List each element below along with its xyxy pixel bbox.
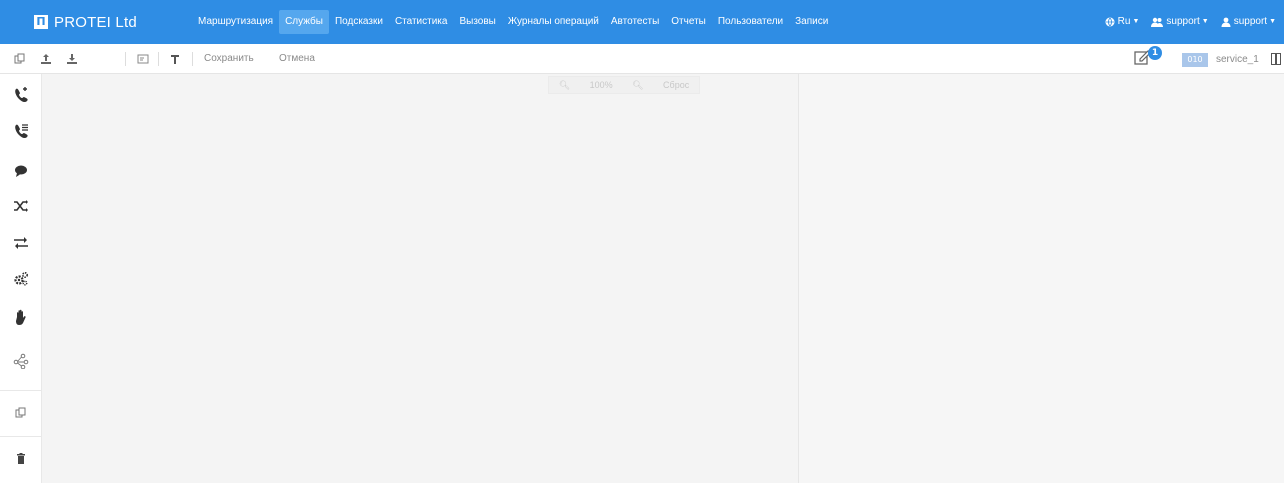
- brand[interactable]: Π PROTEI Ltd: [34, 11, 137, 33]
- panel-toggle-icon[interactable]: [1271, 53, 1281, 65]
- hand-stop-icon[interactable]: [0, 300, 42, 334]
- gears-icon[interactable]: [0, 262, 42, 296]
- users-icon: [1151, 17, 1164, 27]
- nav-item-hints[interactable]: Подсказки: [329, 10, 389, 34]
- nav-item-reports[interactable]: Отчеты: [665, 10, 712, 34]
- user-label: support: [1233, 16, 1268, 27]
- element-palette: [0, 74, 42, 483]
- shuffle-icon[interactable]: [0, 189, 42, 223]
- sidebar-divider: [0, 390, 42, 391]
- toolbar-divider: [158, 52, 159, 66]
- diagram-canvas[interactable]: [42, 74, 798, 483]
- toolbar-divider: [125, 52, 126, 66]
- nav-item-calls[interactable]: Вызовы: [453, 10, 501, 34]
- select-icon[interactable]: [135, 51, 151, 67]
- speech-bubble-icon[interactable]: [0, 154, 42, 188]
- upload-icon[interactable]: [38, 51, 54, 67]
- globe-icon: [1105, 17, 1115, 27]
- service-name[interactable]: service_1: [1216, 53, 1259, 67]
- zoom-out-icon[interactable]: 🔍︎: [632, 80, 643, 91]
- nav-item-services[interactable]: Службы: [279, 10, 329, 34]
- download-icon[interactable]: [64, 51, 80, 67]
- flow-graph-icon[interactable]: [0, 344, 42, 378]
- toolbar-divider: [192, 52, 193, 66]
- user-icon: [1221, 17, 1231, 27]
- caret-down-icon: ▼: [1132, 18, 1140, 25]
- nav-right: Ru ▼ support ▼ support ▼: [1099, 10, 1282, 34]
- zoom-in-icon[interactable]: 🔍︎: [559, 80, 570, 91]
- user-group-dropdown[interactable]: support ▼: [1145, 10, 1214, 34]
- text-icon[interactable]: [167, 51, 183, 67]
- call-list-icon[interactable]: [0, 114, 42, 148]
- nav-item-records[interactable]: Записи: [789, 10, 834, 34]
- zoom-reset-button[interactable]: Сброс: [663, 80, 689, 90]
- copy-icon[interactable]: [0, 396, 42, 430]
- caret-down-icon: ▼: [1201, 18, 1209, 25]
- user-group-label: support: [1166, 16, 1200, 27]
- zoom-controls: 🔍︎ 100% 🔍︎ Сброс: [548, 76, 700, 94]
- sidebar-divider: [0, 436, 42, 437]
- language-label: Ru: [1117, 16, 1131, 27]
- top-navbar: Π PROTEI Ltd Маршрутизация Службы Подска…: [0, 0, 1284, 44]
- language-dropdown[interactable]: Ru ▼: [1099, 10, 1146, 34]
- caret-down-icon: ▼: [1269, 18, 1276, 25]
- user-dropdown[interactable]: support ▼: [1215, 10, 1282, 34]
- nav-item-routing[interactable]: Маршрутизация: [192, 10, 279, 34]
- main-nav: Маршрутизация Службы Подсказки Статистик…: [192, 10, 834, 34]
- service-tag: 010: [1182, 53, 1208, 67]
- properties-panel: [798, 74, 1284, 483]
- notification-badge: 1: [1148, 46, 1162, 60]
- cancel-button[interactable]: Отмена: [279, 52, 315, 66]
- brand-name: PROTEI Ltd: [54, 13, 137, 31]
- nav-item-users[interactable]: Пользователи: [712, 10, 789, 34]
- transfer-icon[interactable]: [0, 226, 42, 260]
- protei-logo-icon: Π: [34, 15, 48, 29]
- toolbar: Сохранить Отмена: [0, 44, 1284, 74]
- copy-icon[interactable]: [12, 51, 28, 67]
- nav-item-autotests[interactable]: Автотесты: [605, 10, 665, 34]
- nav-item-statistics[interactable]: Статистика: [389, 10, 454, 34]
- zoom-level: 100%: [589, 80, 613, 90]
- incoming-call-icon[interactable]: [0, 78, 42, 112]
- trash-icon[interactable]: [0, 442, 42, 476]
- nav-item-operation-logs[interactable]: Журналы операций: [502, 10, 605, 34]
- save-button[interactable]: Сохранить: [204, 52, 254, 66]
